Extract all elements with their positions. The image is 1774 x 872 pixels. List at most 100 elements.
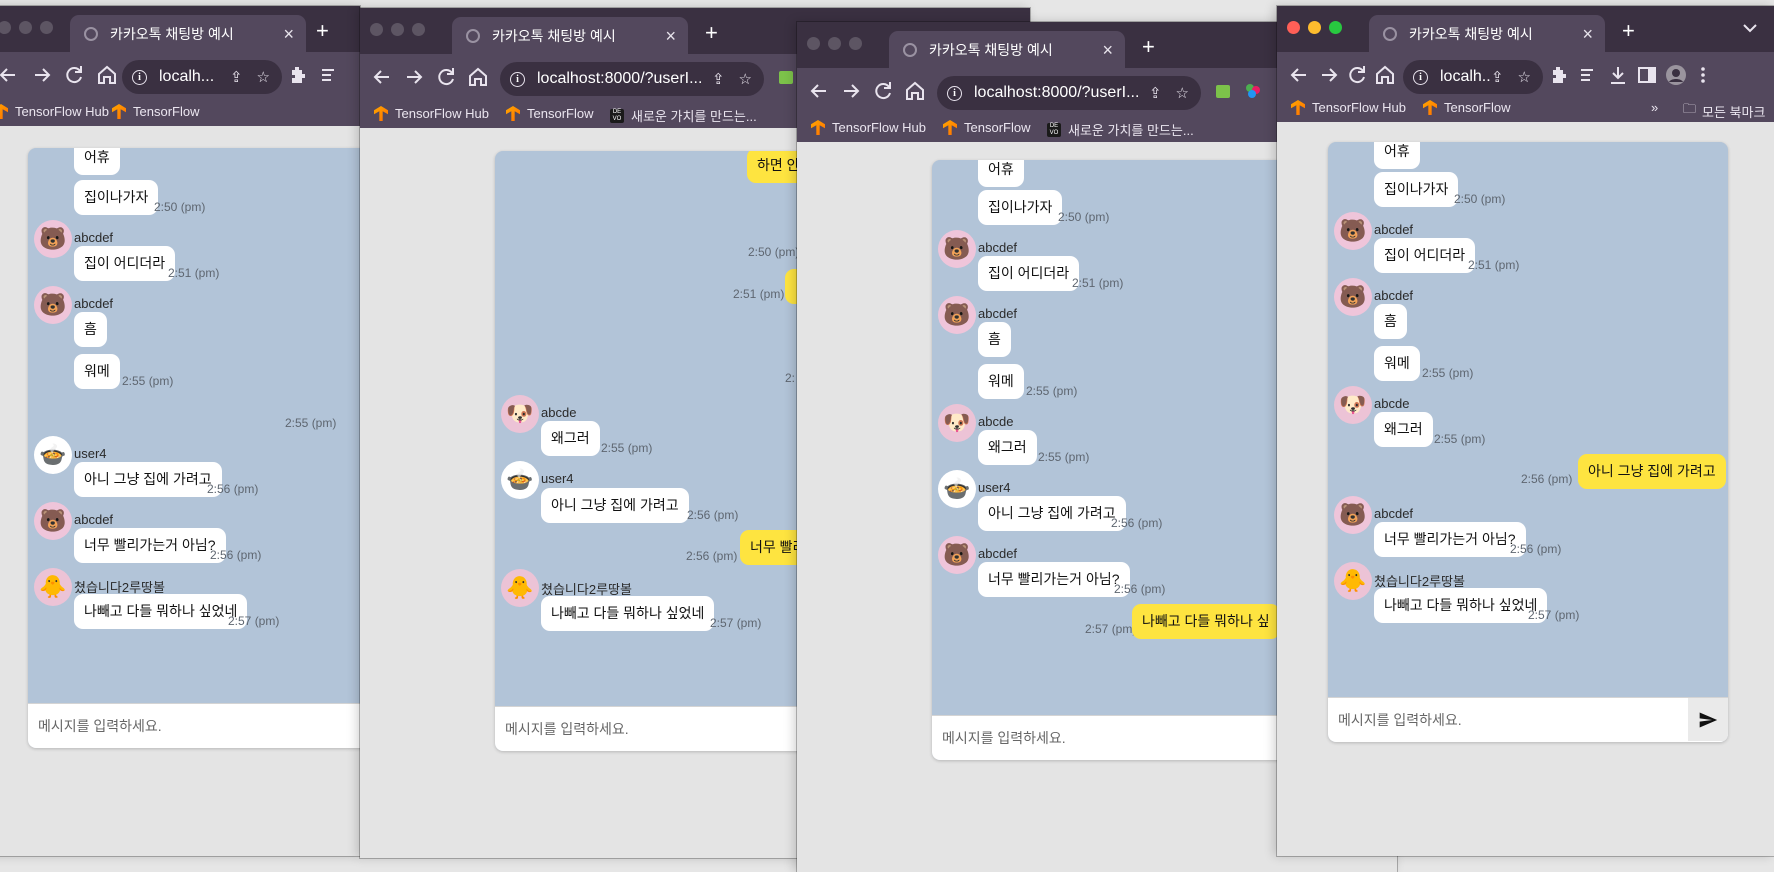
bookmark-tensorflow-hub[interactable]: TensorFlow Hub bbox=[1291, 100, 1406, 115]
bookmark-star-icon[interactable]: ☆ bbox=[739, 70, 752, 88]
reading-list-icon[interactable] bbox=[1577, 63, 1601, 87]
new-tab-button[interactable]: + bbox=[1142, 36, 1155, 58]
extension-icon[interactable] bbox=[774, 65, 798, 89]
traffic-lights bbox=[0, 21, 53, 34]
address-bar[interactable]: i localh... ⇪ ☆ bbox=[1403, 60, 1543, 94]
tab-title: 카카오톡 채팅방 예시 bbox=[929, 41, 1053, 58]
reload-icon[interactable] bbox=[871, 79, 895, 103]
back-arrow-icon[interactable] bbox=[0, 63, 20, 87]
zoom-window-button[interactable] bbox=[1329, 21, 1342, 34]
send-button[interactable] bbox=[1688, 698, 1728, 741]
sender-name: user4 bbox=[541, 471, 574, 486]
close-window-button[interactable] bbox=[370, 23, 383, 36]
back-arrow-icon[interactable] bbox=[370, 65, 394, 89]
site-info-icon[interactable]: i bbox=[132, 69, 147, 85]
message-list: 어휴 집이나가자 2:50 (pm) 🐻 abcdef 집이 어디더라 2:51… bbox=[932, 160, 1332, 716]
profile-avatar[interactable] bbox=[1664, 63, 1688, 87]
color-picker-icon[interactable] bbox=[1241, 79, 1265, 103]
close-window-button[interactable] bbox=[1287, 21, 1300, 34]
bookmark-star-icon[interactable]: ☆ bbox=[1518, 68, 1531, 86]
extensions-icon[interactable] bbox=[286, 63, 310, 87]
reload-icon[interactable] bbox=[62, 63, 86, 87]
share-icon[interactable]: ⇪ bbox=[230, 68, 243, 86]
bookmark-star-icon[interactable]: ☆ bbox=[257, 68, 270, 86]
browser-tab[interactable]: 카카오톡 채팅방 예시 × bbox=[452, 17, 688, 54]
message-input[interactable] bbox=[28, 704, 328, 747]
address-bar[interactable]: i localh... ⇪ ☆ bbox=[122, 60, 282, 94]
minimize-window-button[interactable] bbox=[19, 21, 32, 34]
new-tab-button[interactable]: + bbox=[316, 20, 329, 42]
bookmark-devocean[interactable]: DE VO 새로운 가치를 만드는... bbox=[610, 106, 757, 125]
new-tab-button[interactable]: + bbox=[705, 22, 718, 44]
tab-close-icon[interactable]: × bbox=[1582, 25, 1593, 43]
home-icon[interactable] bbox=[1373, 63, 1397, 87]
bookmark-tensorflow[interactable]: TensorFlow bbox=[1423, 100, 1510, 115]
avatar: 🐶 bbox=[501, 395, 539, 433]
home-icon[interactable] bbox=[95, 63, 119, 87]
forward-arrow-icon[interactable] bbox=[402, 65, 426, 89]
bookmark-tensorflow[interactable]: TensorFlow bbox=[943, 120, 1030, 135]
share-icon[interactable]: ⇪ bbox=[1149, 84, 1162, 102]
download-icon[interactable] bbox=[1606, 63, 1630, 87]
devocean-logo-icon: DE VO bbox=[610, 108, 624, 123]
site-info-icon[interactable]: i bbox=[947, 85, 962, 101]
title-bar: 카카오톡 채팅방 예시 × + bbox=[1277, 6, 1774, 52]
reload-icon[interactable] bbox=[434, 65, 458, 89]
zoom-window-button[interactable] bbox=[849, 37, 862, 50]
back-arrow-icon[interactable] bbox=[807, 79, 831, 103]
share-icon[interactable]: ⇪ bbox=[1491, 68, 1504, 86]
tab-close-icon[interactable]: × bbox=[1102, 41, 1113, 59]
browser-tab[interactable]: 카카오톡 채팅방 예시 × bbox=[1369, 15, 1605, 52]
reading-list-icon[interactable] bbox=[318, 63, 342, 87]
more-menu-icon[interactable] bbox=[1691, 63, 1715, 87]
browser-tab[interactable]: 카카오톡 채팅방 예시 × bbox=[889, 31, 1125, 68]
tab-close-icon[interactable]: × bbox=[665, 27, 676, 45]
minimize-window-button[interactable] bbox=[1308, 21, 1321, 34]
message-bubble: 워메 bbox=[978, 364, 1024, 399]
bookmark-devocean[interactable]: DE VO 새로운 가치를 만드는... bbox=[1047, 120, 1194, 139]
message-input[interactable] bbox=[932, 716, 1232, 759]
message-bubble: 아니 그냥 집에 가려고 bbox=[74, 462, 222, 497]
minimize-window-button[interactable] bbox=[391, 23, 404, 36]
site-info-icon[interactable]: i bbox=[510, 71, 525, 87]
avatar: 🐥 bbox=[1334, 562, 1372, 600]
minimize-window-button[interactable] bbox=[828, 37, 841, 50]
bookmark-tensorflow-hub[interactable]: TensorFlow Hub bbox=[374, 106, 489, 121]
close-window-button[interactable] bbox=[807, 37, 820, 50]
zoom-window-button[interactable] bbox=[412, 23, 425, 36]
forward-arrow-icon[interactable] bbox=[839, 79, 863, 103]
address-bar[interactable]: i localhost:8000/?userI... ⇪ ☆ bbox=[500, 62, 764, 96]
site-info-icon[interactable]: i bbox=[1413, 69, 1428, 85]
browser-tab[interactable]: 카카오톡 채팅방 예시 × bbox=[70, 15, 306, 52]
message-input[interactable] bbox=[495, 707, 795, 750]
address-bar[interactable]: i localhost:8000/?userI... ⇪ ☆ bbox=[937, 76, 1201, 110]
bookmark-tensorflow[interactable]: TensorFlow bbox=[506, 106, 593, 121]
zoom-window-button[interactable] bbox=[40, 21, 53, 34]
tensorflow-logo-icon bbox=[1423, 100, 1437, 115]
message-input[interactable] bbox=[1328, 698, 1628, 741]
sender-name: user4 bbox=[74, 446, 107, 461]
forward-arrow-icon[interactable] bbox=[30, 63, 54, 87]
chat-room: 어휴 집이나가자 2:50 (pm) 🐻 abcdef 집이 어디더라 2:51… bbox=[1328, 142, 1728, 742]
tab-search-chevron-icon[interactable] bbox=[1738, 16, 1762, 40]
bookmarks-overflow-button[interactable]: » bbox=[1651, 100, 1658, 115]
tensorflow-logo-icon bbox=[943, 120, 957, 135]
forward-arrow-icon[interactable] bbox=[1317, 63, 1341, 87]
all-bookmarks-button[interactable]: 🗀 모든 북마크 bbox=[1683, 100, 1765, 122]
new-tab-button[interactable]: + bbox=[1622, 20, 1635, 42]
close-window-button[interactable] bbox=[0, 21, 11, 34]
tab-close-icon[interactable]: × bbox=[283, 25, 294, 43]
bookmark-tensorflow-hub[interactable]: TensorFlow Hub bbox=[811, 120, 926, 135]
extension-icon[interactable] bbox=[1211, 79, 1235, 103]
side-panel-icon[interactable] bbox=[1635, 63, 1659, 87]
back-arrow-icon[interactable] bbox=[1287, 63, 1311, 87]
home-icon[interactable] bbox=[466, 65, 490, 89]
bookmark-star-icon[interactable]: ☆ bbox=[1176, 84, 1189, 102]
extensions-icon[interactable] bbox=[1547, 63, 1571, 87]
share-icon[interactable]: ⇪ bbox=[712, 70, 725, 88]
home-icon[interactable] bbox=[903, 79, 927, 103]
bookmark-tensorflow-hub[interactable]: TensorFlow Hub bbox=[0, 104, 109, 119]
bookmark-tensorflow[interactable]: TensorFlow bbox=[112, 104, 199, 119]
reload-icon[interactable] bbox=[1345, 63, 1369, 87]
message-time: 2:56 (pm) bbox=[687, 508, 739, 522]
